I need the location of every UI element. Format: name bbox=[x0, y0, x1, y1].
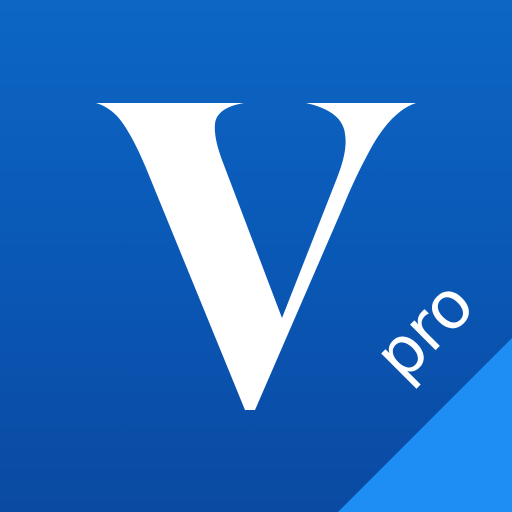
app-icon[interactable]: pro V bbox=[0, 0, 512, 512]
pro-ribbon bbox=[338, 338, 512, 512]
